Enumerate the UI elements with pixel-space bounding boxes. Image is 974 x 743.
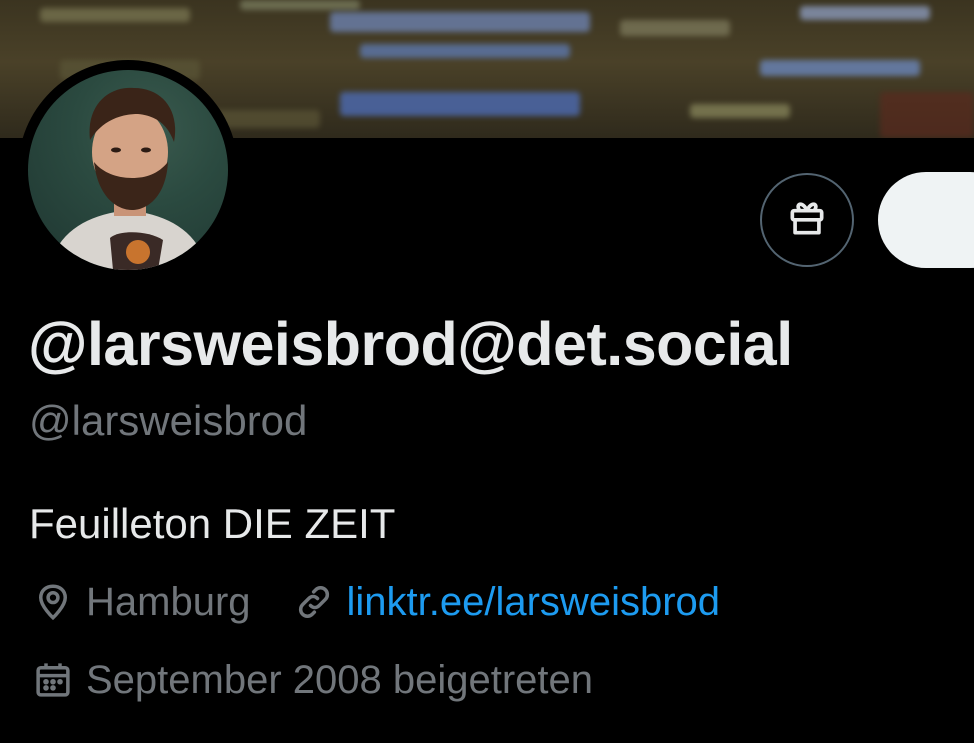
user-handle: @larsweisbrod — [29, 397, 308, 444]
calendar-icon — [30, 657, 76, 703]
display-name: @larsweisbrod@det.social — [28, 310, 793, 378]
gift-button[interactable] — [760, 173, 854, 267]
gift-icon — [785, 196, 829, 245]
avatar[interactable] — [28, 70, 228, 270]
link-icon — [291, 579, 337, 625]
profile-meta-location-link: Hamburg linktr.ee/larsweisbrod — [30, 575, 720, 629]
profile-bio: Feuilleton DIE ZEIT — [29, 500, 396, 547]
location-pin-icon — [30, 579, 76, 625]
joined-date: September 2008 beigetreten — [86, 658, 594, 702]
website-link[interactable]: linktr.ee/larsweisbrod — [347, 575, 721, 629]
avatar-photo — [48, 87, 208, 270]
follow-button[interactable] — [878, 172, 974, 268]
profile-meta-joined: September 2008 beigetreten — [30, 653, 593, 707]
location-text: Hamburg — [86, 580, 251, 624]
